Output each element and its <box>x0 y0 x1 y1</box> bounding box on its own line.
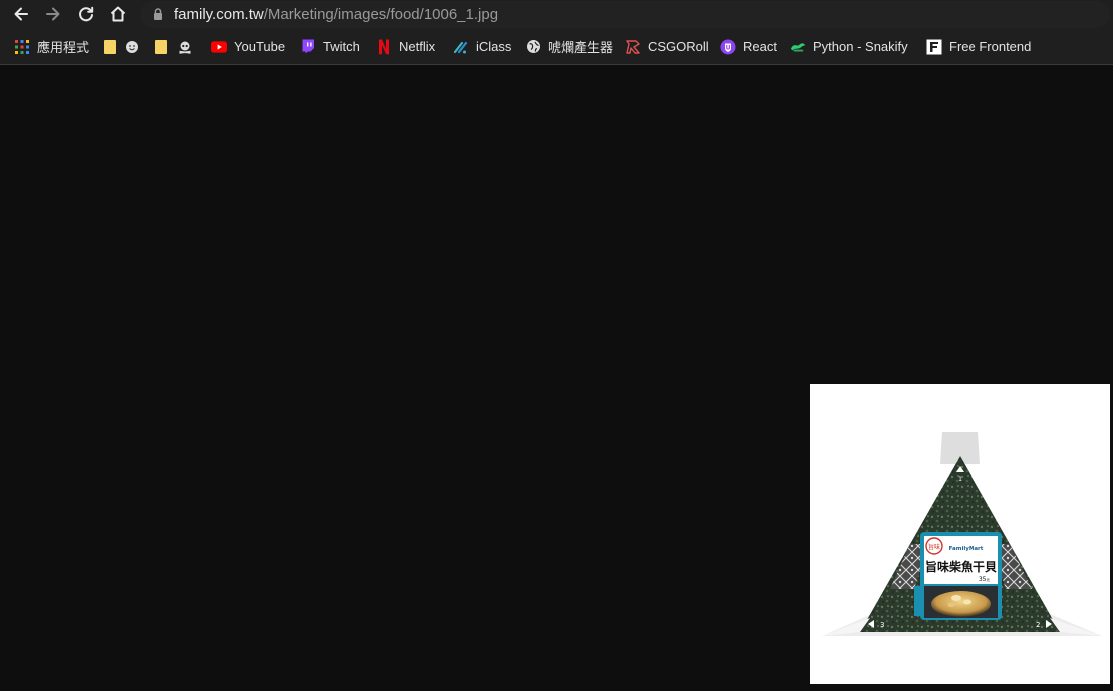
address-bar[interactable]: family.com.tw/Marketing/images/food/1006… <box>140 1 1110 28</box>
bookmark-csgoroll[interactable]: CSGORoll <box>625 37 709 56</box>
bookmark-folder-2[interactable] <box>153 37 169 56</box>
bookmark-twitch[interactable]: Twitch <box>300 37 360 56</box>
url-host: family.com.tw <box>174 6 264 23</box>
onigiri-image: 旨味 FamilyMart 旨味柴魚干貝 35元 1 3 2 <box>822 432 1102 636</box>
bookmark-netflix[interactable]: Netflix <box>376 37 435 56</box>
bookmark-skull[interactable] <box>177 37 193 56</box>
reload-icon <box>79 6 94 22</box>
twitch-icon <box>300 39 316 55</box>
netflix-icon <box>376 39 392 55</box>
bookmark-label: Python - Snakify <box>813 39 908 54</box>
smiley-icon <box>124 39 140 55</box>
step-3: 3 <box>880 621 884 629</box>
bookmark-folder-1[interactable] <box>102 37 118 56</box>
step-1: 1 <box>958 476 962 483</box>
price-text: 35元 <box>979 576 991 583</box>
brand-text: FamilyMart <box>949 546 984 552</box>
arrow-right-icon <box>46 7 60 21</box>
bookmark-label: 唬爛產生器 <box>548 40 614 55</box>
arrow-left-icon <box>14 7 28 21</box>
free-frontend-icon <box>926 39 942 55</box>
bookmark-bullshit-generator[interactable]: 唬爛產生器 <box>525 37 613 56</box>
home-button[interactable] <box>107 3 129 25</box>
bookmarks-bar: 應用程式 YouTube Twitch Netflix iClass 唬爛產生器… <box>0 29 1113 65</box>
image-viewer: 旨味 FamilyMart 旨味柴魚干貝 35元 1 3 2 <box>0 65 1113 691</box>
bookmark-smiley[interactable] <box>124 37 140 56</box>
skull-icon <box>177 39 193 55</box>
home-icon <box>110 6 126 22</box>
folder-icon <box>102 39 118 55</box>
youtube-icon <box>211 39 227 55</box>
badge-text: 旨味 <box>928 543 940 551</box>
csgoroll-icon <box>625 39 641 55</box>
bookmark-iclass[interactable]: iClass <box>453 37 511 56</box>
bookmark-python-snakify[interactable]: Python - Snakify <box>790 37 908 56</box>
product-name: 旨味柴魚干貝 <box>925 559 997 574</box>
svg-text:U: U <box>726 44 731 51</box>
bookmark-label: YouTube <box>234 39 286 54</box>
browser-toolbar: family.com.tw/Marketing/images/food/1006… <box>0 0 1113 29</box>
bookmark-youtube[interactable]: YouTube <box>211 37 285 56</box>
bookmark-label: Twitch <box>323 39 360 54</box>
apps-grid-icon <box>14 39 30 55</box>
reload-button[interactable] <box>75 3 97 25</box>
bookmark-label: React <box>743 39 777 54</box>
url-text[interactable]: family.com.tw/Marketing/images/food/1006… <box>174 6 498 23</box>
product-image[interactable]: 旨味 FamilyMart 旨味柴魚干貝 35元 1 3 2 <box>810 384 1110 684</box>
url-path: /Marketing/images/food/1006_1.jpg <box>263 6 499 23</box>
lock-icon <box>154 8 162 20</box>
bookmark-free-frontend[interactable]: Free Frontend <box>926 37 1031 56</box>
bookmark-label: 應用程式 <box>37 40 90 55</box>
bookmark-react[interactable]: U React <box>720 37 777 56</box>
snake-icon <box>790 39 806 55</box>
bookmark-apps[interactable]: 應用程式 <box>14 37 89 56</box>
forward-button[interactable] <box>42 3 64 25</box>
react-shield-icon: U <box>720 39 736 55</box>
bookmark-label: Netflix <box>399 39 436 54</box>
step-2: 2 <box>1036 621 1040 629</box>
iclass-icon <box>453 39 469 55</box>
folder-icon <box>153 39 169 55</box>
bookmark-label: iClass <box>476 39 512 54</box>
bookmark-label: Free Frontend <box>949 39 1032 54</box>
back-button[interactable] <box>10 3 32 25</box>
globe-icon <box>525 39 541 55</box>
bookmark-label: CSGORoll <box>648 39 709 54</box>
